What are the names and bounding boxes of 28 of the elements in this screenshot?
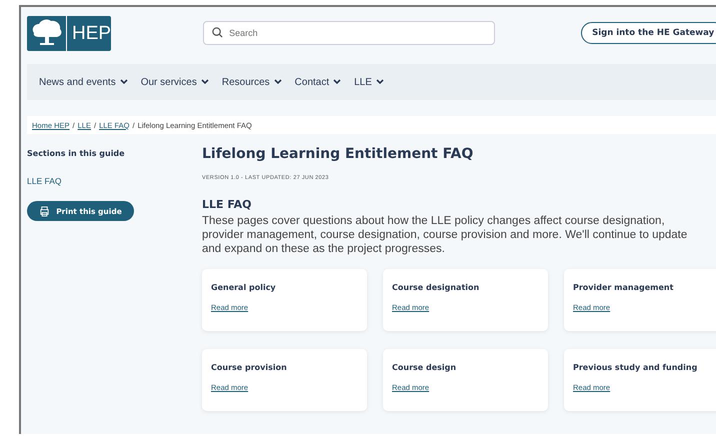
- card-title: Previous study and funding: [573, 363, 698, 372]
- nav-menu-item[interactable]: LLE: [354, 76, 384, 88]
- section-heading: LLE FAQ: [202, 198, 252, 211]
- card-title: Course designation: [392, 283, 480, 292]
- nav-menu-item[interactable]: Our services: [140, 76, 209, 88]
- sidebar-title: Sections in this guide: [27, 149, 125, 158]
- caret-icon: [333, 79, 342, 85]
- caret-icon: [200, 79, 209, 85]
- sign-in-button[interactable]: Sign into the HE Gateway: [581, 22, 716, 44]
- logo[interactable]: HEP: [27, 16, 112, 50]
- nav-menu-item[interactable]: Resources: [222, 76, 282, 88]
- card-title: Provider management: [573, 283, 674, 292]
- search-icon: [212, 27, 224, 38]
- card-title: Course provision: [211, 363, 288, 372]
- search-field[interactable]: Search: [203, 21, 496, 45]
- nav-menu-item[interactable]: News and events: [39, 76, 128, 88]
- printer-icon: [39, 206, 50, 216]
- nav-menu-item[interactable]: Contact: [294, 76, 342, 88]
- intro-paragraph: These pages cover questions about how the LLE policy changes affect course designation, provider management, course designation, course provision and more. We'll continue to update and expand on these as the project progresses.: [202, 214, 688, 256]
- sidebar-link[interactable]: LLE FAQ: [27, 176, 62, 186]
- page-title: Lifelong Learning Entitlement FAQ: [202, 146, 474, 162]
- caret-icon: [376, 79, 384, 85]
- caret-icon: [274, 79, 282, 85]
- card-title: Course design: [392, 363, 458, 372]
- tree-icon: [31, 18, 63, 48]
- caret-icon: [120, 79, 128, 85]
- logo-text: HEP: [66, 16, 112, 50]
- card-title: General policy: [211, 283, 277, 292]
